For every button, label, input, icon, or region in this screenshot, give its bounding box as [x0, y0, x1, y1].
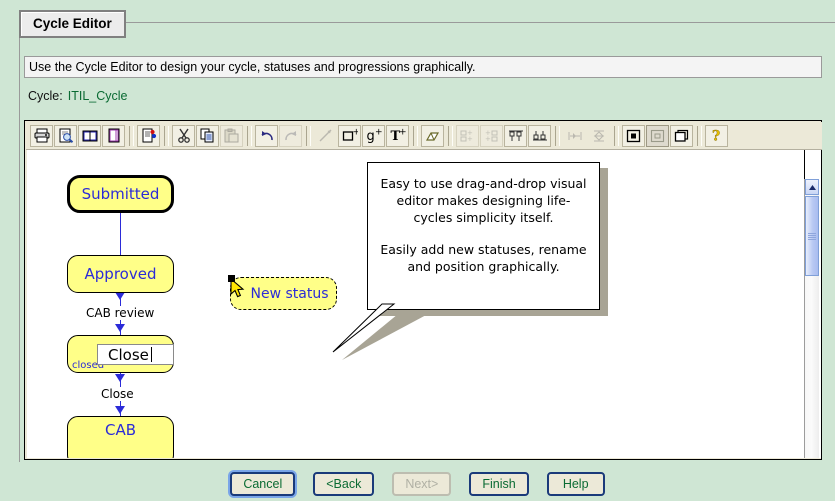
- node-new-status[interactable]: New status: [230, 277, 337, 310]
- add-status-icon[interactable]: +: [338, 124, 361, 147]
- node-approved[interactable]: Approved: [67, 255, 174, 293]
- page-icon[interactable]: [102, 124, 125, 147]
- add-group-icon[interactable]: g +: [362, 124, 385, 147]
- help-button[interactable]: Help: [546, 471, 605, 496]
- toolbar-separator: [555, 125, 560, 146]
- selection-handle[interactable]: [228, 275, 235, 282]
- text-caret: [150, 347, 152, 362]
- print-icon[interactable]: [30, 124, 53, 147]
- diagram-canvas-wrap: Submitted Approved CAB review closed Clo…: [27, 150, 821, 458]
- connector-icon[interactable]: [314, 125, 337, 147]
- book-icon[interactable]: [78, 124, 101, 147]
- toolbar-separator: [247, 125, 252, 146]
- callout-tail: [332, 303, 396, 353]
- arrowhead-approved: [115, 292, 125, 300]
- toolbar-separator: [164, 125, 169, 146]
- cut-icon[interactable]: [172, 124, 195, 147]
- node-label: New status: [250, 285, 329, 302]
- zoom-fit-icon[interactable]: [670, 124, 693, 147]
- instruction-bar: Use the Cycle Editor to design your cycl…: [24, 56, 822, 78]
- node-label: Approved: [84, 265, 157, 283]
- eraser-icon[interactable]: [421, 124, 444, 147]
- toolbar-separator: [129, 125, 134, 146]
- cycle-label: Cycle:: [28, 89, 63, 103]
- redo-icon[interactable]: [279, 124, 302, 147]
- cancel-button[interactable]: Cancel: [230, 471, 296, 496]
- node-label: CAB: [104, 421, 137, 439]
- edge-label-close: Close: [101, 387, 134, 401]
- finish-button[interactable]: Finish: [469, 471, 529, 496]
- add-text-icon[interactable]: T +: [386, 124, 409, 147]
- undo-icon[interactable]: [255, 124, 278, 147]
- distribute-horizontal-icon[interactable]: [563, 125, 586, 147]
- toolbar-separator: [614, 125, 619, 146]
- toolbar-separator: [413, 125, 418, 146]
- node-cab[interactable]: CAB: [67, 416, 174, 458]
- copy-icon[interactable]: [196, 124, 219, 147]
- node-submitted[interactable]: Submitted: [67, 175, 174, 213]
- cycle-editor-frame: + g + T + + + + + ? Submitted Approved C…: [24, 120, 822, 460]
- svg-text:g: g: [366, 129, 374, 143]
- editor-toolbar: + g + T + + + + + ?: [26, 122, 822, 150]
- arrowhead-cab: [115, 406, 125, 414]
- cycle-name-line: Cycle: ITIL_Cycle: [28, 89, 127, 103]
- scrollbar-thumb[interactable]: [805, 196, 819, 276]
- next-button[interactable]: Next>: [392, 471, 452, 496]
- wizard-button-bar: Cancel <Back Next> Finish Help: [0, 466, 835, 501]
- align-bottom-icon[interactable]: [528, 124, 551, 147]
- svg-text:+: +: [352, 128, 358, 138]
- cycle-value: ITIL_Cycle: [67, 89, 128, 103]
- scrollbar-grip-icon: [808, 232, 816, 240]
- distribute-vertical-icon[interactable]: [587, 125, 610, 147]
- toolbar-separator: [448, 125, 453, 146]
- paste-icon[interactable]: [220, 124, 243, 147]
- edge-label-cab-review: CAB review: [86, 306, 155, 320]
- svg-text:+: +: [399, 128, 406, 138]
- print-preview-icon[interactable]: [54, 124, 77, 147]
- zoom-out-icon[interactable]: [646, 124, 669, 147]
- zoom-in-icon[interactable]: [622, 124, 645, 147]
- status-name-inline-editor[interactable]: Close: [97, 344, 174, 365]
- arrowhead-close-edge: [115, 374, 125, 382]
- properties-icon[interactable]: [137, 124, 160, 147]
- node-label: Submitted: [81, 185, 160, 203]
- svg-text:?: ?: [712, 129, 720, 144]
- align-top-icon[interactable]: [504, 124, 527, 147]
- align-right-icon[interactable]: + +: [480, 124, 503, 147]
- tab-cycle-editor[interactable]: Cycle Editor: [19, 10, 126, 38]
- svg-text:+: +: [375, 128, 382, 138]
- toolbar-separator: [697, 125, 702, 146]
- help-icon[interactable]: ?: [705, 124, 728, 147]
- callout-paragraph-2: Easily add new statuses, rename and posi…: [380, 242, 587, 274]
- scroll-up-arrow-icon[interactable]: [805, 179, 819, 195]
- arrowhead-closed: [115, 324, 125, 332]
- diagram-canvas[interactable]: Submitted Approved CAB review closed Clo…: [27, 150, 805, 458]
- toolbar-separator: [306, 125, 311, 146]
- callout-paragraph-1: Easy to use drag-and-drop visual editor …: [380, 176, 587, 225]
- align-left-icon[interactable]: + +: [456, 124, 479, 147]
- back-button[interactable]: <Back: [313, 471, 375, 496]
- inline-editor-value: Close: [108, 345, 149, 364]
- svg-text:+: +: [485, 135, 491, 143]
- tab-strip: Cycle Editor: [19, 10, 126, 38]
- svg-text:+: +: [467, 135, 473, 143]
- callout-text: Easy to use drag-and-drop visual editor …: [368, 163, 599, 281]
- canvas-vertical-scrollbar[interactable]: [804, 179, 819, 458]
